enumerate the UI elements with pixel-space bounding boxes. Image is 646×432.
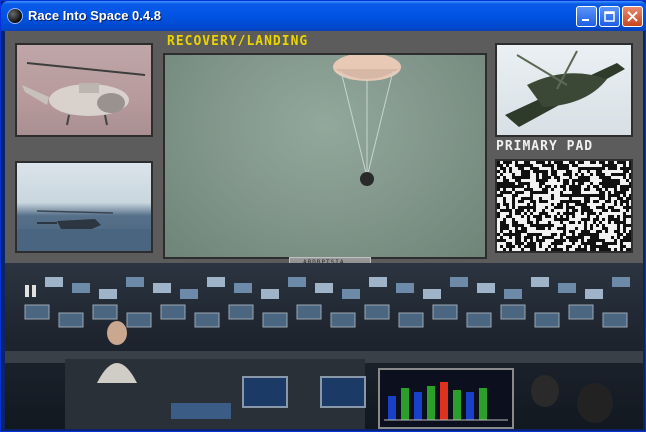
helicopter-sea-image [17, 210, 151, 251]
primary-pad-static-feed [495, 159, 633, 253]
static-noise-image [497, 161, 631, 251]
status-bar [479, 388, 487, 420]
status-bar [466, 392, 474, 420]
window-title: Race Into Space 0.4.8 [28, 8, 161, 23]
minimize-button[interactable] [576, 6, 597, 27]
close-icon [627, 11, 638, 22]
main-feed-label: RECOVERY/LANDING [167, 34, 309, 49]
status-bars-image [384, 382, 508, 421]
game-screen[interactable]: RECOVERY/LANDING PRIMARY PAD ABDRPTSIA [5, 31, 643, 429]
status-bar [414, 392, 422, 420]
recovery-landing-feed [163, 53, 487, 259]
maximize-icon [604, 11, 615, 22]
primary-pad-label: PRIMARY PAD [496, 139, 594, 154]
app-window: Race Into Space 0.4.8 RECOVERY/LANDING P… [0, 0, 646, 432]
parachute-capsule-image [333, 55, 401, 186]
pause-icon[interactable] [25, 285, 39, 299]
close-button[interactable] [622, 6, 643, 27]
status-bar [453, 390, 461, 420]
helicopter-feed-bottom [15, 161, 153, 253]
status-bar [401, 388, 409, 420]
status-board [378, 368, 514, 429]
app-globe-icon[interactable] [7, 8, 23, 24]
helicopter-feed-top [15, 43, 153, 137]
status-bar [440, 382, 448, 420]
maximize-button[interactable] [599, 6, 620, 27]
helicopter-image [22, 62, 146, 126]
helicopter-silhouette-feed [495, 43, 633, 137]
helicopter-silhouette-image [505, 50, 625, 127]
control-room-image [5, 277, 643, 429]
mission-control-room [5, 263, 643, 429]
minimize-icon [582, 19, 589, 21]
status-bar [388, 396, 396, 420]
title-bar[interactable]: Race Into Space 0.4.8 [1, 1, 646, 31]
status-bar [427, 386, 435, 420]
